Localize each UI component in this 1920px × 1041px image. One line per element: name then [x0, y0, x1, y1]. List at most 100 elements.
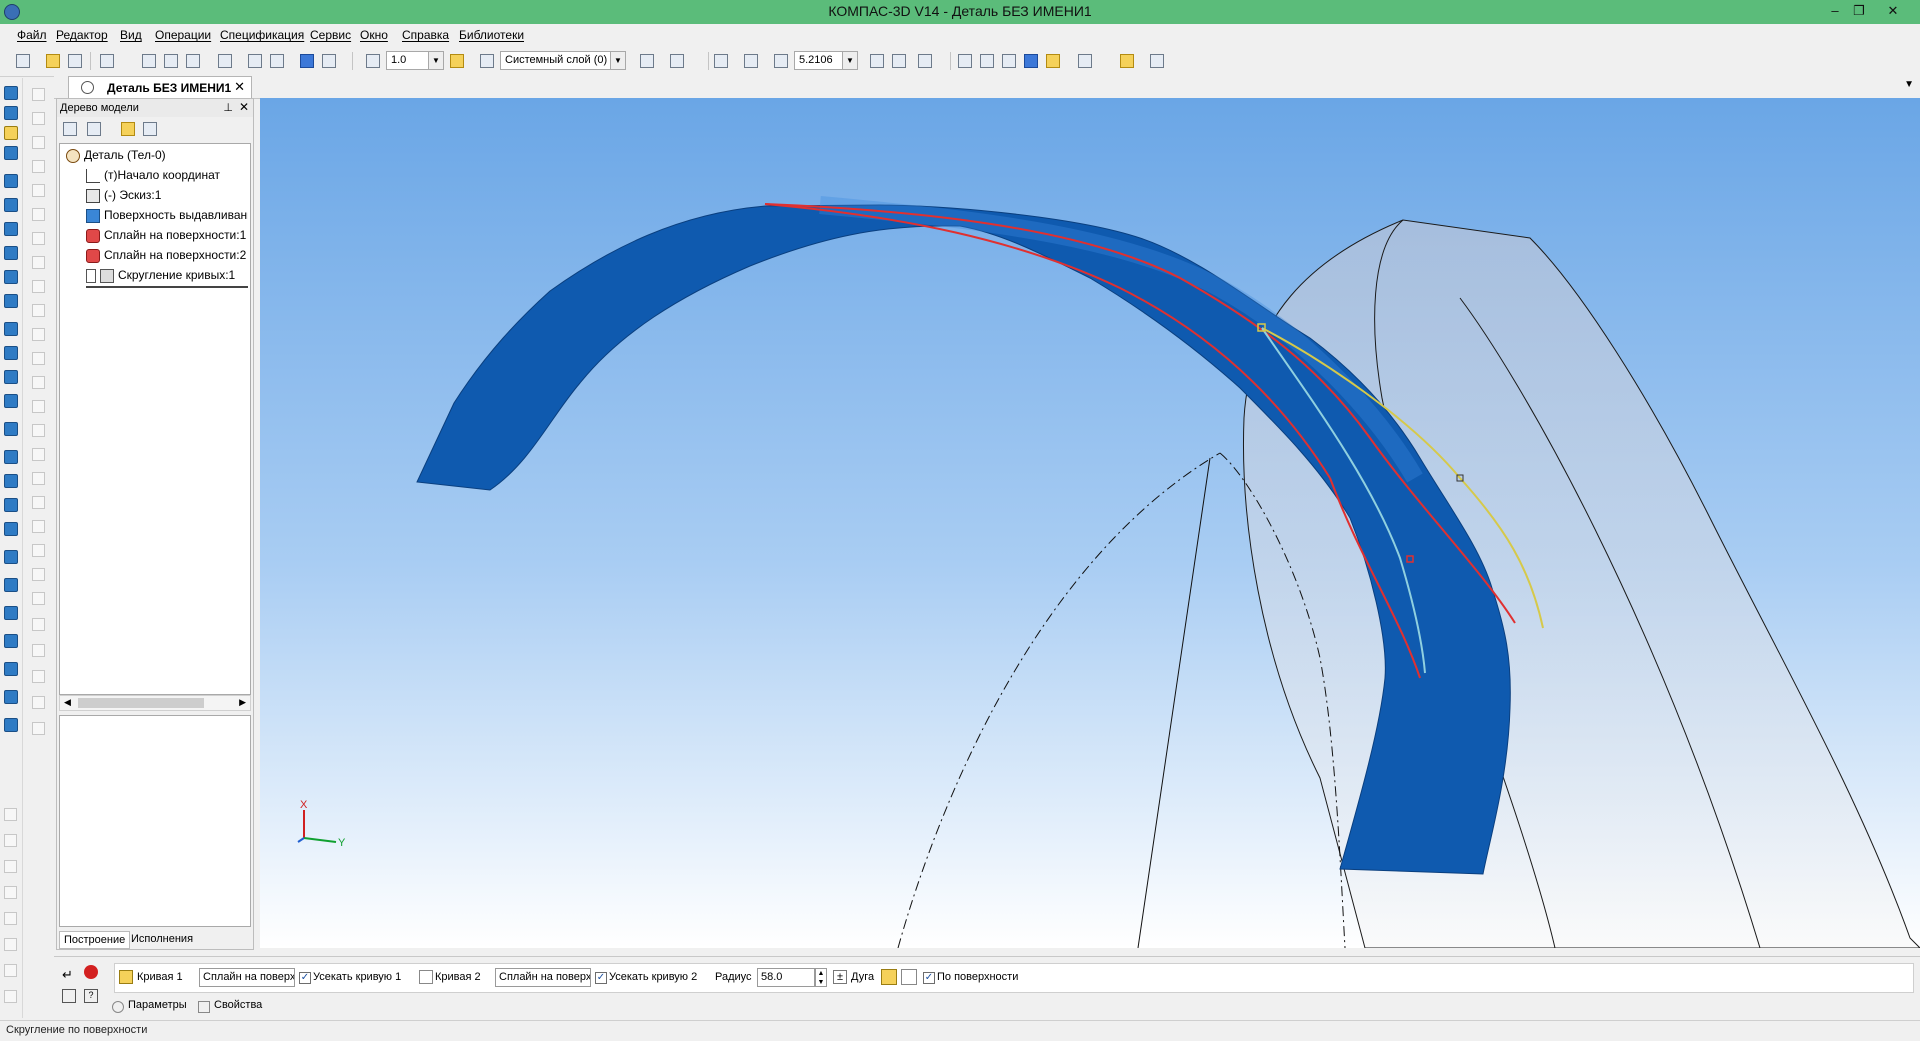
redo-button[interactable] [268, 52, 286, 70]
tab-construction[interactable]: Построение [59, 931, 131, 949]
open-button[interactable] [44, 52, 62, 70]
tree-item-origin[interactable]: +(т)Начало координат [86, 168, 248, 186]
section-icon[interactable] [4, 550, 18, 564]
tree-item-part[interactable]: Деталь (Тел-0) [66, 148, 166, 166]
tree-item-curve-fillet[interactable]: +Скругление кривых:1 [86, 268, 248, 288]
trim-icon[interactable] [32, 304, 45, 317]
properties-button[interactable] [216, 52, 234, 70]
tab-versions[interactable]: Исполнения [127, 931, 197, 947]
specification-icon[interactable] [4, 246, 18, 260]
hole-icon[interactable] [4, 578, 18, 592]
diagnostics-icon[interactable] [32, 722, 45, 735]
tab-parameters[interactable]: Параметры [128, 999, 187, 1011]
chamfer-icon[interactable] [4, 474, 18, 488]
dimension-tool-icon[interactable] [32, 592, 45, 605]
filter-button[interactable] [1118, 52, 1136, 70]
reports-icon[interactable] [4, 270, 18, 284]
arc-mode-2-icon[interactable] [901, 969, 917, 985]
selection-icon[interactable] [32, 696, 45, 709]
loft-icon[interactable] [4, 394, 18, 408]
menu-service[interactable]: Сервис [310, 28, 351, 42]
plus-minus-icon[interactable]: ± [833, 970, 847, 984]
save-button[interactable] [66, 52, 84, 70]
menu-file[interactable]: Файл [17, 28, 47, 42]
shaded-button[interactable] [1022, 52, 1040, 70]
scrollbar-thumb[interactable] [78, 698, 204, 708]
pin-icon[interactable]: ⊥ [223, 101, 233, 114]
close-tab-icon[interactable]: ✕ [234, 79, 245, 95]
curve1-field[interactable]: Сплайн на поверхности:1 [199, 968, 295, 987]
measurements-icon[interactable] [4, 198, 18, 212]
cut-button[interactable] [140, 52, 158, 70]
bezier-icon[interactable] [32, 184, 45, 197]
radius-spinner[interactable]: ▲ ▼ [815, 968, 827, 987]
scroll-left-icon[interactable]: ◀ [64, 697, 71, 708]
zoom-select[interactable]: 5.2106 ▼ [794, 51, 858, 70]
cut-extrude-icon[interactable] [4, 422, 18, 436]
align-icon[interactable] [32, 520, 45, 533]
close-panel-icon[interactable]: ✕ [239, 100, 249, 114]
spline-icon[interactable] [4, 938, 17, 951]
draft-icon[interactable] [4, 634, 18, 648]
step-select[interactable]: 1.0 ▼ [386, 51, 444, 70]
document-tab[interactable]: Деталь БЕЗ ИМЕНИ1 ✕ [68, 76, 252, 98]
polygon-icon[interactable] [32, 160, 45, 173]
enter-object-icon[interactable]: ↵ [62, 967, 73, 983]
menu-help[interactable]: Справка [402, 28, 449, 42]
tree-mode-button[interactable] [61, 120, 79, 138]
rib-icon[interactable] [4, 522, 18, 536]
variables-button[interactable] [320, 52, 338, 70]
on-surface-checkbox[interactable]: ✓ [923, 972, 935, 984]
manager-button[interactable] [298, 52, 316, 70]
tab-properties[interactable]: Свойства [214, 999, 262, 1011]
stop-icon[interactable] [84, 965, 98, 979]
offset-icon[interactable] [32, 280, 45, 293]
zoom-dynamic-button[interactable] [890, 52, 908, 70]
sweep-icon[interactable] [4, 370, 18, 384]
tree-filter-button[interactable] [119, 120, 137, 138]
scale-icon[interactable] [32, 424, 45, 437]
close-button[interactable]: ✕ [1880, 2, 1906, 20]
step-cursor-button[interactable] [364, 52, 382, 70]
layers-button[interactable] [478, 52, 496, 70]
split-icon[interactable] [4, 662, 18, 676]
deform-icon[interactable] [32, 496, 45, 509]
zoom-all-button[interactable] [742, 52, 760, 70]
copy-button[interactable] [162, 52, 180, 70]
table-icon[interactable] [32, 568, 45, 581]
polyline-icon[interactable] [4, 912, 17, 925]
wireframe-button[interactable] [956, 52, 974, 70]
viewport-canvas[interactable]: X Y [260, 98, 1920, 948]
local-cs-button[interactable] [638, 52, 656, 70]
tree-item-spline-2[interactable]: +Сплайн на поверхности:2 [86, 248, 248, 266]
delete-body-icon[interactable] [4, 718, 18, 732]
curve2-select-icon[interactable] [419, 970, 433, 984]
ellipse-icon[interactable] [32, 232, 45, 245]
menu-operations[interactable]: Операции [155, 28, 211, 42]
rectangle-icon[interactable] [32, 136, 45, 149]
line-segment-icon[interactable] [32, 88, 45, 101]
auxiliary-geometry-icon[interactable] [4, 174, 18, 188]
tree-view-button[interactable] [85, 120, 103, 138]
paste-button[interactable] [184, 52, 202, 70]
scroll-right-icon[interactable]: ▶ [239, 697, 246, 708]
editing-operations-icon[interactable] [4, 86, 18, 100]
model-viewport[interactable]: X Y [260, 98, 1920, 948]
trim-curve2-checkbox[interactable]: ✓ [595, 972, 607, 984]
tree-item-extrusion-surface[interactable]: Поверхность выдавливания [86, 208, 248, 226]
tree-sort-button[interactable] [141, 120, 159, 138]
copy-tool-icon[interactable] [32, 472, 45, 485]
zoom-in-button[interactable] [772, 52, 790, 70]
perspective-button[interactable] [1076, 52, 1094, 70]
menu-view[interactable]: Вид [120, 28, 142, 42]
arc-mode-1-icon[interactable] [881, 969, 897, 985]
tab-list-chevron-icon[interactable]: ▼ [1904, 79, 1914, 90]
layer-select[interactable]: Системный слой (0) ▼ [500, 51, 626, 70]
shaded-edges-button[interactable] [1044, 52, 1062, 70]
minimize-button[interactable]: – [1822, 2, 1848, 20]
hidden-lines-button[interactable] [978, 52, 996, 70]
new-file-button[interactable] [14, 52, 32, 70]
sheet-metal-icon[interactable] [4, 690, 18, 704]
chevron-down-icon[interactable]: ▼ [428, 52, 443, 69]
tree-display-button[interactable] [1148, 52, 1166, 70]
